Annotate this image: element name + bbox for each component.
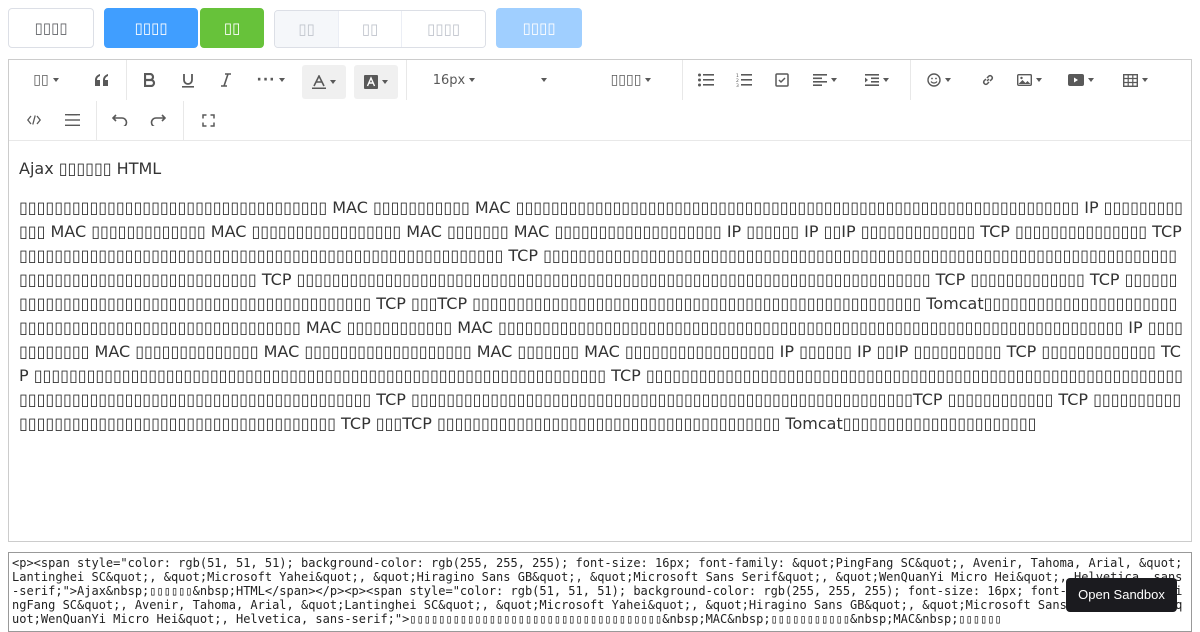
font-size-label: 16px bbox=[432, 72, 466, 88]
toolbar-divider bbox=[96, 101, 97, 141]
group-button-1[interactable]: ▯▯ bbox=[275, 11, 338, 47]
svg-text:3: 3 bbox=[736, 83, 739, 87]
line-height-select[interactable] bbox=[535, 63, 549, 97]
heading-select[interactable]: ▯▯ bbox=[23, 63, 69, 97]
fullscreen-icon bbox=[201, 113, 215, 127]
editor-toolbar: ▯▯ ··· 16px ▯▯▯▯ 1 2 3 bbox=[9, 60, 1191, 141]
table-select[interactable] bbox=[1115, 63, 1155, 97]
chevron-down-icon bbox=[382, 80, 388, 84]
image-icon bbox=[1016, 74, 1032, 86]
html-source-textarea[interactable]: <p><span style="color: rgb(51, 51, 51); … bbox=[8, 552, 1192, 632]
chevron-down-icon bbox=[1035, 78, 1042, 82]
heading-label: ▯▯ bbox=[33, 72, 49, 88]
link-button[interactable] bbox=[971, 63, 1005, 97]
underline-icon bbox=[182, 73, 194, 88]
group-button-2[interactable]: ▯▯ bbox=[338, 11, 401, 47]
chevron-down-icon bbox=[883, 78, 889, 82]
horizontal-rule-icon bbox=[64, 114, 80, 126]
numbered-list-button[interactable]: 123 bbox=[727, 63, 761, 97]
chevron-down-icon bbox=[330, 80, 336, 84]
image-select[interactable] bbox=[1009, 63, 1049, 97]
toolbar-divider bbox=[910, 60, 911, 100]
undo-button[interactable] bbox=[103, 103, 137, 137]
table-icon bbox=[1122, 73, 1138, 87]
background-color-button[interactable] bbox=[354, 65, 398, 99]
content-title: Ajax ▯▯▯▯▯▯ HTML bbox=[19, 159, 162, 178]
underline-button[interactable] bbox=[171, 63, 205, 97]
chevron-down-icon bbox=[831, 78, 837, 82]
button-primary[interactable]: ▯▯▯▯ bbox=[104, 8, 198, 48]
bold-icon bbox=[144, 73, 156, 87]
code-view-button[interactable] bbox=[17, 103, 51, 137]
undo-icon bbox=[112, 114, 128, 126]
more-button[interactable]: ··· bbox=[251, 63, 291, 97]
chevron-down-icon bbox=[52, 78, 59, 82]
align-left-icon bbox=[813, 74, 827, 86]
bulleted-list-button[interactable] bbox=[689, 63, 723, 97]
font-family-label: ▯▯▯▯ bbox=[610, 72, 642, 88]
font-family-select[interactable]: ▯▯▯▯ bbox=[599, 63, 663, 97]
numbered-list-icon: 123 bbox=[736, 73, 752, 87]
chevron-down-icon bbox=[1088, 78, 1094, 82]
italic-icon bbox=[221, 73, 231, 87]
editor-content[interactable]: Ajax ▯▯▯▯▯▯ HTML ▯▯▯▯▯▯▯▯▯▯▯▯▯▯▯▯▯▯▯▯▯▯▯… bbox=[9, 142, 1191, 541]
background-color-icon bbox=[364, 75, 378, 89]
video-icon bbox=[1068, 74, 1084, 86]
font-color-icon bbox=[312, 75, 326, 89]
chevron-down-icon bbox=[945, 78, 951, 82]
video-select[interactable] bbox=[1061, 63, 1101, 97]
content-paragraph: ▯▯▯▯▯▯▯▯▯▯▯▯▯▯▯▯▯▯▯▯▯▯▯▯▯▯▯▯▯▯▯▯▯▯▯ MAC … bbox=[19, 198, 1183, 433]
button-group: ▯▯ ▯▯ ▯▯▯▯ bbox=[274, 10, 486, 48]
toolbar-divider bbox=[682, 60, 683, 100]
button-default[interactable]: ▯▯▯▯ bbox=[8, 8, 94, 48]
chevron-down-icon bbox=[469, 78, 476, 82]
bold-button[interactable] bbox=[133, 63, 167, 97]
toolbar-divider bbox=[183, 101, 184, 141]
chevron-down-icon bbox=[1141, 78, 1148, 82]
link-icon bbox=[982, 74, 994, 86]
font-color-button[interactable] bbox=[302, 65, 346, 99]
chevron-down-icon bbox=[541, 78, 547, 82]
rich-text-editor: ▯▯ ··· 16px ▯▯▯▯ 1 2 3 Ajax ▯▯▯▯▯▯ HTML … bbox=[8, 59, 1192, 542]
quote-button[interactable] bbox=[85, 63, 119, 97]
todo-button[interactable] bbox=[765, 63, 799, 97]
chevron-down-icon bbox=[645, 78, 652, 82]
redo-icon bbox=[150, 114, 166, 126]
more-icon: ··· bbox=[256, 72, 276, 88]
quote-icon bbox=[95, 74, 108, 86]
align-select[interactable] bbox=[805, 63, 845, 97]
group-button-3[interactable]: ▯▯▯▯ bbox=[401, 11, 485, 47]
italic-button[interactable] bbox=[209, 63, 243, 97]
toolbar-divider bbox=[126, 60, 127, 100]
fullscreen-button[interactable] bbox=[191, 103, 225, 137]
font-size-select[interactable]: 16px bbox=[429, 63, 479, 97]
button-success[interactable]: ▯▯ bbox=[200, 8, 264, 48]
divider-button[interactable] bbox=[55, 103, 89, 137]
toolbar-divider bbox=[406, 60, 407, 100]
bulleted-list-icon bbox=[698, 73, 714, 87]
redo-button[interactable] bbox=[141, 103, 175, 137]
emoji-icon bbox=[927, 73, 941, 87]
indent-icon bbox=[865, 74, 879, 86]
emoji-select[interactable] bbox=[919, 63, 959, 97]
checkbox-icon bbox=[775, 73, 789, 87]
chevron-down-icon bbox=[279, 78, 286, 82]
button-disabled: ▯▯▯▯ bbox=[496, 8, 582, 48]
indent-select[interactable] bbox=[857, 63, 897, 97]
open-sandbox-button[interactable]: Open Sandbox bbox=[1066, 578, 1177, 612]
code-icon bbox=[27, 115, 41, 125]
